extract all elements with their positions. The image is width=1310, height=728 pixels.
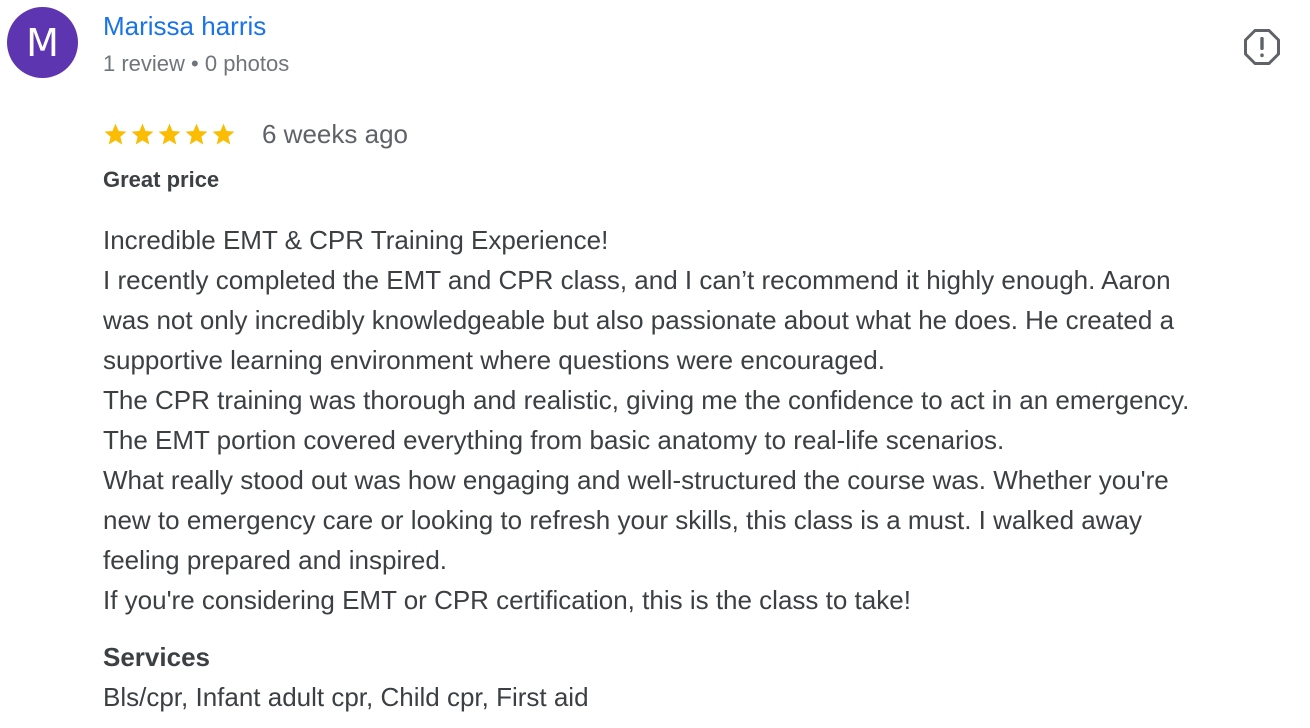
review-time: 6 weeks ago xyxy=(262,119,408,149)
star-icon xyxy=(158,123,181,144)
review-line: I recently completed the EMT and CPR cla… xyxy=(103,265,1171,295)
review-line: The CPR training was thorough and realis… xyxy=(103,385,1190,415)
review-line: feeling prepared and inspired. xyxy=(103,545,448,575)
review-line: supportive learning environment where qu… xyxy=(103,345,885,375)
report-review-button[interactable] xyxy=(1243,28,1281,66)
star-rating xyxy=(103,122,236,147)
review-line: new to emergency care or looking to refr… xyxy=(103,505,1142,535)
avatar[interactable]: M xyxy=(7,7,78,78)
review-line: If you're considering EMT or CPR certifi… xyxy=(103,585,911,615)
review-line: was not only incredibly knowledgeable bu… xyxy=(103,305,1175,335)
reviewer-name-link[interactable]: Marissa harris xyxy=(103,10,266,42)
review-body: Incredible EMT & CPR Training Experience… xyxy=(103,220,1303,620)
review-title: Great price xyxy=(103,167,220,192)
avatar-letter: M xyxy=(26,20,59,65)
rating-row: 6 weeks ago xyxy=(103,117,408,151)
star-icon xyxy=(104,123,127,144)
star-icon xyxy=(212,123,235,144)
star-icon xyxy=(185,123,208,144)
star-icon xyxy=(131,123,154,144)
services-list: Bls/cpr, Infant adult cpr, Child cpr, Fi… xyxy=(103,682,589,712)
review-line: What really stood out was how engaging a… xyxy=(103,465,1169,495)
reviewer-meta: 1 review • 0 photos xyxy=(103,51,290,76)
report-flag-icon xyxy=(1244,29,1280,65)
review-line: The EMT portion covered everything from … xyxy=(103,425,1005,455)
review-line: Incredible EMT & CPR Training Experience… xyxy=(103,225,609,255)
services-heading: Services xyxy=(103,642,210,672)
